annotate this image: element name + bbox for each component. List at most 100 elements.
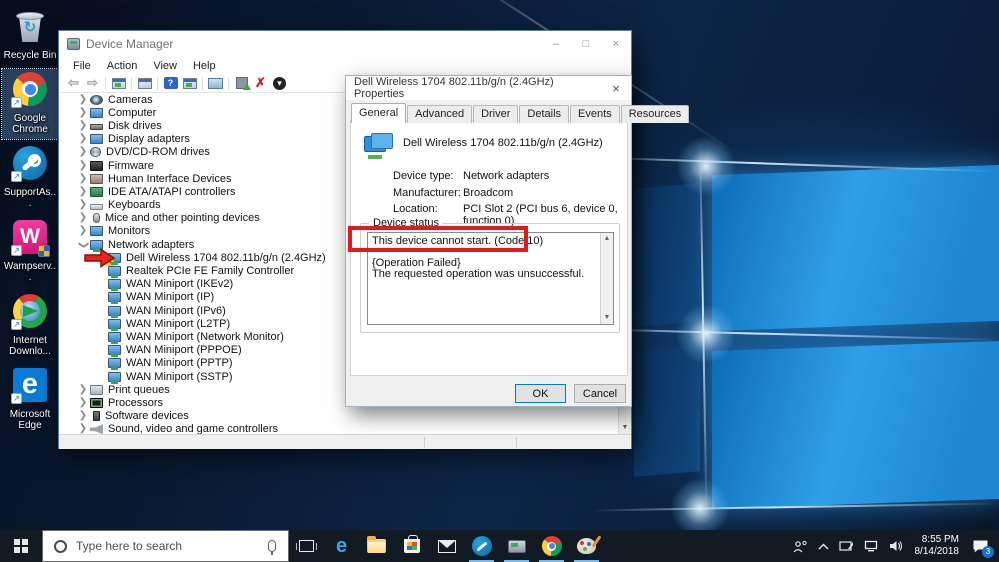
back-icon[interactable]: ⇦: [65, 75, 82, 91]
chevron-right-icon[interactable]: ❯: [77, 173, 89, 184]
chevron-right-icon[interactable]: ❯: [77, 160, 89, 171]
chevron-right-icon[interactable]: ❯: [77, 147, 89, 157]
field-label: Device type:: [393, 170, 454, 182]
menu-item-action[interactable]: Action: [99, 59, 146, 73]
chevron-right-icon[interactable]: ❯: [77, 186, 89, 197]
tab-details[interactable]: Details: [519, 105, 570, 123]
taskbar-file-explorer-icon[interactable]: [359, 530, 394, 562]
computer-icon: [90, 107, 103, 118]
microphone-icon[interactable]: [268, 540, 276, 555]
uninstall-device-icon[interactable]: ✗: [252, 75, 269, 91]
scroll-down-icon[interactable]: ▼: [619, 421, 631, 434]
toolbar-separator: [228, 76, 229, 90]
disable-device-icon[interactable]: ▾: [271, 76, 288, 91]
menu-item-view[interactable]: View: [145, 59, 185, 73]
maximize-button[interactable]: □: [571, 31, 601, 57]
taskbar-supportassist-icon[interactable]: [464, 530, 499, 562]
field-label: Manufacturer:: [393, 186, 461, 199]
taskbar-task-view-icon[interactable]: [289, 530, 324, 562]
people-icon[interactable]: [788, 530, 813, 562]
device-manager-app-icon: [67, 38, 80, 50]
tree-item-label: Display adapters: [108, 133, 190, 146]
taskbar-chrome-icon[interactable]: [534, 530, 569, 562]
tree-item-label: WAN Miniport (IKEv2): [126, 278, 234, 291]
tree-item-label: Realtek PCIe FE Family Controller: [126, 265, 295, 278]
chevron-right-icon[interactable]: ❯: [77, 120, 89, 131]
forward-icon[interactable]: ⇨: [84, 75, 101, 91]
cortana-icon: [54, 539, 67, 553]
tab-advanced[interactable]: Advanced: [407, 105, 473, 123]
tree-item-label: IDE ATA/ATAPI controllers: [108, 185, 236, 198]
console-window-icon[interactable]: [181, 76, 198, 91]
idm-icon: ↗: [11, 294, 47, 330]
window-title: Device Manager: [86, 37, 174, 51]
network-adapter-icon: [108, 331, 121, 344]
tab-resources[interactable]: Resources: [620, 105, 690, 123]
hidden-icons-chevron-icon[interactable]: [813, 530, 834, 562]
chevron-right-icon[interactable]: ❯: [77, 94, 89, 105]
tree-item-label: WAN Miniport (L2TP): [126, 317, 231, 330]
desktop-icon-wampserv[interactable]: W ↗ Wampserv...: [2, 217, 58, 287]
export-list-icon[interactable]: [136, 76, 153, 91]
scroll-up-icon[interactable]: ▲: [601, 233, 613, 245]
tree-item-sound-video-and-game-controllers[interactable]: ❯ Sound, video and game controllers: [59, 423, 631, 434]
volume-icon[interactable]: [884, 530, 909, 562]
device-status-textarea[interactable]: This device cannot start. (Code 10) {Ope…: [367, 232, 614, 325]
tree-item-label: WAN Miniport (PPTP): [126, 357, 233, 370]
taskbar-device-manager-icon[interactable]: [499, 530, 534, 562]
chevron-right-icon[interactable]: ❯: [77, 411, 89, 421]
clock[interactable]: 8:55 PM 8/14/2018: [909, 534, 966, 558]
chevron-right-icon[interactable]: ❯: [77, 384, 89, 395]
shortcut-arrow-icon: ↗: [11, 245, 22, 256]
desktop-icon-recycle-bin[interactable]: ↻ Recycle Bin: [2, 6, 58, 65]
network-adapter-icon: [108, 279, 121, 292]
chevron-right-icon[interactable]: ❯: [77, 226, 89, 236]
tray-time: 8:55 PM: [921, 534, 959, 545]
desktop-icon-google-chrome[interactable]: ↗ Google Chrome: [1, 68, 59, 140]
status-scrollbar[interactable]: ▲ ▼: [600, 233, 613, 324]
dialog-tabs: General Advanced Driver Details Events Resour…: [351, 103, 690, 123]
dialog-close-icon[interactable]: ×: [601, 76, 631, 100]
cancel-button[interactable]: Cancel: [574, 384, 626, 403]
pen-settings-icon[interactable]: [834, 530, 859, 562]
tab-events[interactable]: Events: [570, 105, 620, 123]
minimize-button[interactable]: –: [541, 31, 571, 57]
menu-item-file[interactable]: File: [65, 59, 99, 73]
search-input[interactable]: Type here to search: [42, 530, 289, 562]
network-icon[interactable]: [859, 530, 884, 562]
ide-icon: [90, 186, 103, 197]
tree-item-software-devices[interactable]: ❯ Software devices: [59, 410, 631, 423]
taskbar-mail-icon[interactable]: [429, 530, 464, 562]
chevron-right-icon[interactable]: ❯: [77, 213, 89, 223]
menu-item-help[interactable]: Help: [185, 59, 224, 73]
start-button[interactable]: [0, 530, 42, 562]
tab-driver[interactable]: Driver: [473, 105, 519, 123]
device-manager-titlebar[interactable]: Device Manager – □ ×: [59, 31, 631, 57]
network-icon: [90, 239, 103, 252]
ok-button[interactable]: OK: [515, 384, 566, 403]
console-window-icon[interactable]: [110, 76, 127, 91]
desktop-icon-internet-downlo[interactable]: ↗ Internet Downlo...: [2, 291, 58, 361]
scroll-down-icon[interactable]: ▼: [601, 312, 613, 324]
taskbar-edge-icon[interactable]: e: [324, 530, 359, 562]
tab-general[interactable]: General: [351, 103, 407, 123]
chevron-right-icon[interactable]: ❯: [77, 397, 89, 408]
desktop-icon-supportas[interactable]: ↗ SupportAs...: [2, 143, 58, 213]
close-button[interactable]: ×: [601, 31, 631, 57]
chevron-right-icon[interactable]: ❯: [77, 424, 89, 434]
help-icon[interactable]: ?: [162, 76, 179, 91]
windows-logo-icon: [14, 539, 28, 553]
taskbar-store-icon[interactable]: [394, 530, 429, 562]
dialog-titlebar[interactable]: Dell Wireless 1704 802.11b/g/n (2.4GHz) …: [346, 76, 631, 100]
scan-hardware-icon[interactable]: [207, 76, 224, 91]
action-center-icon[interactable]: 3: [965, 530, 999, 562]
network-adapter-icon: [108, 305, 121, 318]
chevron-right-icon[interactable]: ❯: [77, 134, 89, 144]
taskbar-paint-icon[interactable]: [569, 530, 604, 562]
chevron-right-icon[interactable]: ❯: [77, 200, 89, 210]
chevron-right-icon[interactable]: ❯: [77, 107, 89, 118]
network-adapter-icon: [108, 358, 121, 371]
update-driver-icon[interactable]: [233, 76, 251, 91]
desktop-icon-microsoft-edge[interactable]: e ↗ Microsoft Edge: [2, 365, 58, 435]
chevron-down-icon[interactable]: ❯: [78, 239, 89, 251]
